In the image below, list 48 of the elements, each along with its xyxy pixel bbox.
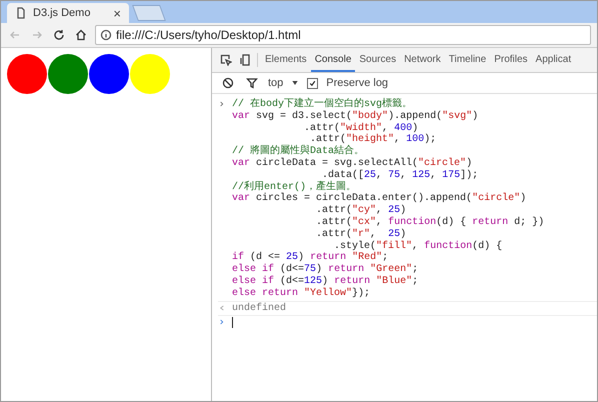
code-line: .attr("cy", 25): [315, 205, 408, 216]
code-line: var circleData = svg.selectAll("circle"): [232, 158, 474, 170]
devtools-tab[interactable]: Network: [400, 48, 445, 72]
context-selector[interactable]: top: [268, 77, 284, 89]
devtools-tab[interactable]: Sources: [355, 48, 400, 72]
checkbox-label: Preserve log: [326, 77, 388, 89]
code-line: var svg = d3.select("body").append("svg"): [232, 110, 480, 122]
code-line: // 在body下建立一個空白的svg標籤。: [232, 99, 414, 110]
devtools-tab[interactable]: Profiles: [490, 48, 532, 72]
code-line: var circles = circleData.enter().append("circle"): [232, 193, 528, 204]
dropdown-triangle-icon: [291, 79, 300, 87]
url-text: file:///C:/Users/tyho/Desktop/1.html: [116, 28, 301, 42]
code-line: .style("fill", function(d) {: [333, 240, 504, 252]
check-icon: [309, 80, 316, 86]
code-line: .attr("width", 400): [303, 122, 420, 134]
page-icon: [15, 7, 27, 19]
close-button[interactable]: ×: [113, 6, 121, 20]
clear-console-button[interactable]: [220, 75, 236, 91]
devtools-tab[interactable]: Applicat: [532, 48, 576, 72]
phone-icon: [240, 54, 252, 66]
inspect-element-button[interactable]: [218, 52, 234, 68]
code-line: .attr("cx", function(d) { return d; }): [315, 216, 544, 228]
devtools-tab[interactable]: Timeline: [444, 48, 490, 72]
code-line: else return "Yellow"});: [232, 288, 372, 300]
back-arrow-icon: [9, 29, 21, 41]
code-line: else if (d<=125) return "Blue";: [232, 276, 420, 288]
forward-arrow-icon: [31, 29, 43, 41]
code-line: else if (d<=75) return "Green";: [232, 264, 420, 276]
chevron-icon: [218, 99, 226, 109]
browser-tab[interactable]: D3.js Demo ×: [7, 3, 129, 23]
block-icon: [222, 77, 234, 89]
cursor-in-box-icon: [220, 54, 232, 66]
devtools-tab[interactable]: Elements: [261, 48, 311, 72]
devtools-tab[interactable]: Console: [310, 48, 356, 72]
code-line: // 將圖的屬性與Data結合。: [232, 146, 366, 158]
code-line: //利用enter()，產生圖。: [232, 182, 356, 193]
address-bar[interactable]: file:///C:/Users/tyho/Desktop/1.html: [95, 25, 591, 45]
info-icon: [100, 29, 112, 41]
preserve-log-checkbox[interactable]: [307, 78, 318, 88]
code-line: if (d <= 25) return "Red";: [232, 252, 390, 264]
reload-icon: [53, 29, 65, 41]
filter-icon: [246, 77, 258, 89]
home-icon: [75, 29, 87, 41]
code-line: .attr("r", 25): [315, 228, 408, 240]
code-line: .data([25, 75, 125, 175]);: [322, 170, 480, 181]
console-result: undefined: [232, 302, 286, 314]
code-line: .attr("height", 100);: [310, 134, 438, 146]
tab-title: D3.js Demo: [33, 7, 92, 19]
